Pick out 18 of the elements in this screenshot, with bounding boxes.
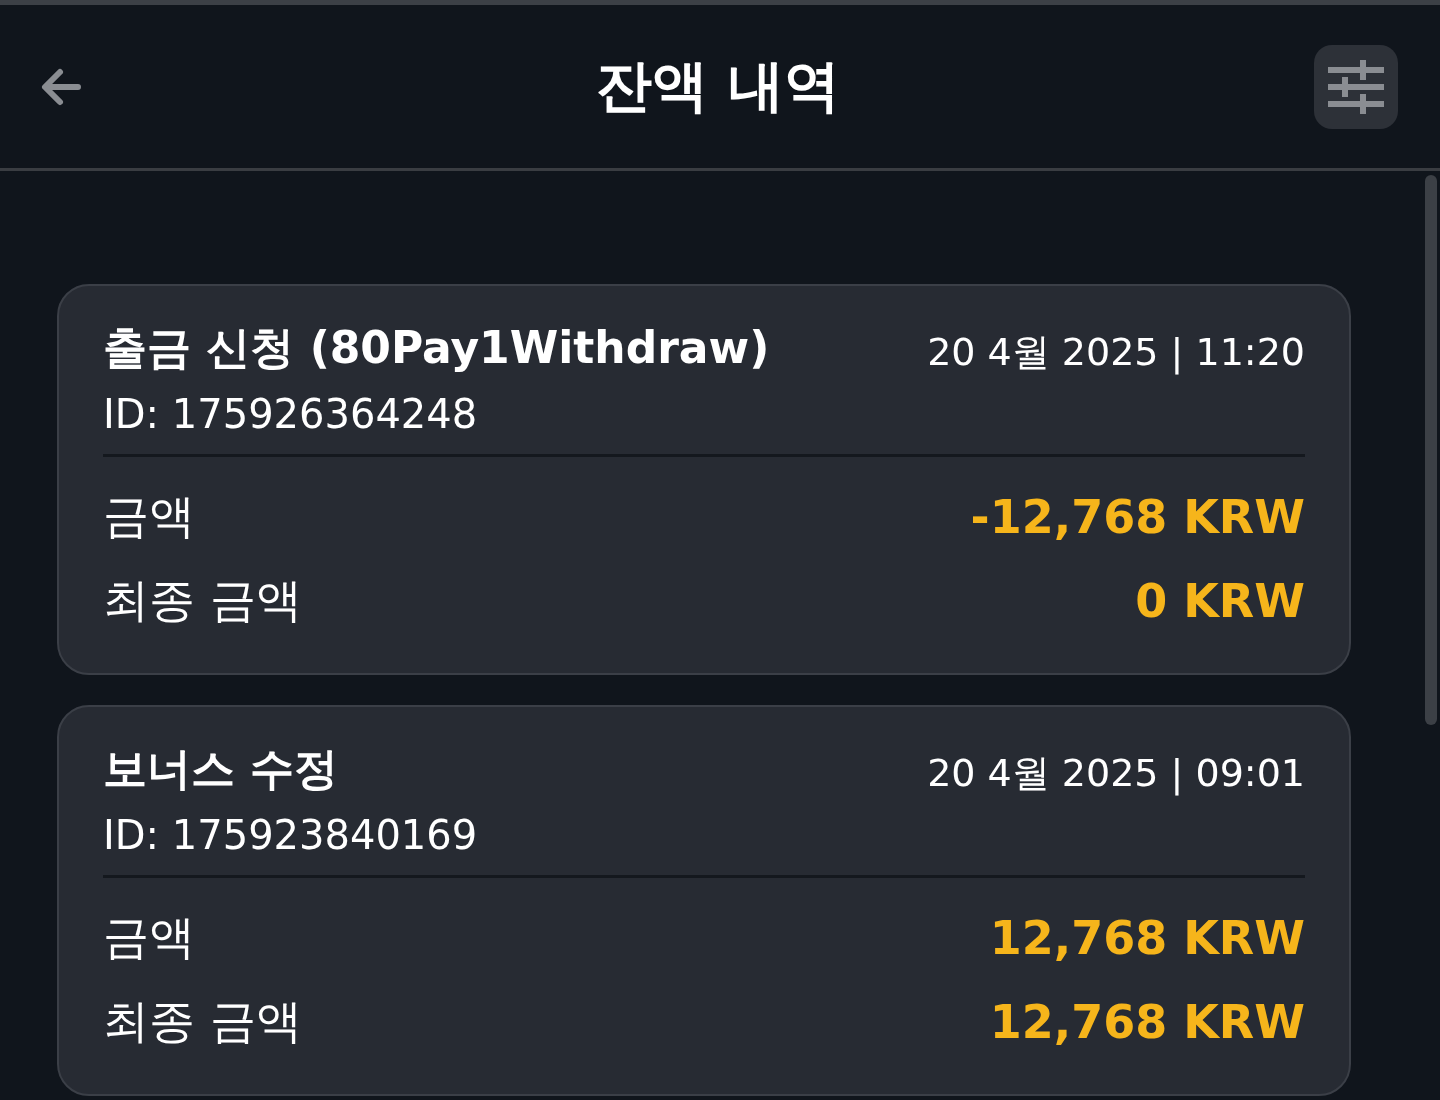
page-title: 잔액 내역 [596,51,840,120]
amount-label: 금액 [103,909,195,966]
transaction-title: 보너스 수정 [103,742,340,796]
amount-label: 최종 금액 [103,993,302,1050]
transaction-id: ID: 175926364248 [103,390,479,439]
amount-value: 12,768 KRW [989,995,1305,1049]
amount-label: 최종 금액 [103,572,302,629]
amount-value: 0 KRW [1135,574,1305,628]
scrollbar[interactable] [1425,175,1437,725]
transaction-datetime: 20 4월 2025 | 11:20 [927,329,1305,377]
transaction-datetime: 20 4월 2025 | 09:01 [927,750,1305,798]
transaction-id: ID: 175923840169 [103,811,478,860]
amount-value: -12,768 KRW [970,490,1305,544]
filter-button[interactable] [1314,44,1398,129]
amount-value: 12,768 KRW [989,911,1305,965]
sliders-icon [1327,59,1385,114]
amount-label: 금액 [103,488,195,545]
transaction-title: 출금 신청 (80Pay1Withdraw) [103,321,770,375]
